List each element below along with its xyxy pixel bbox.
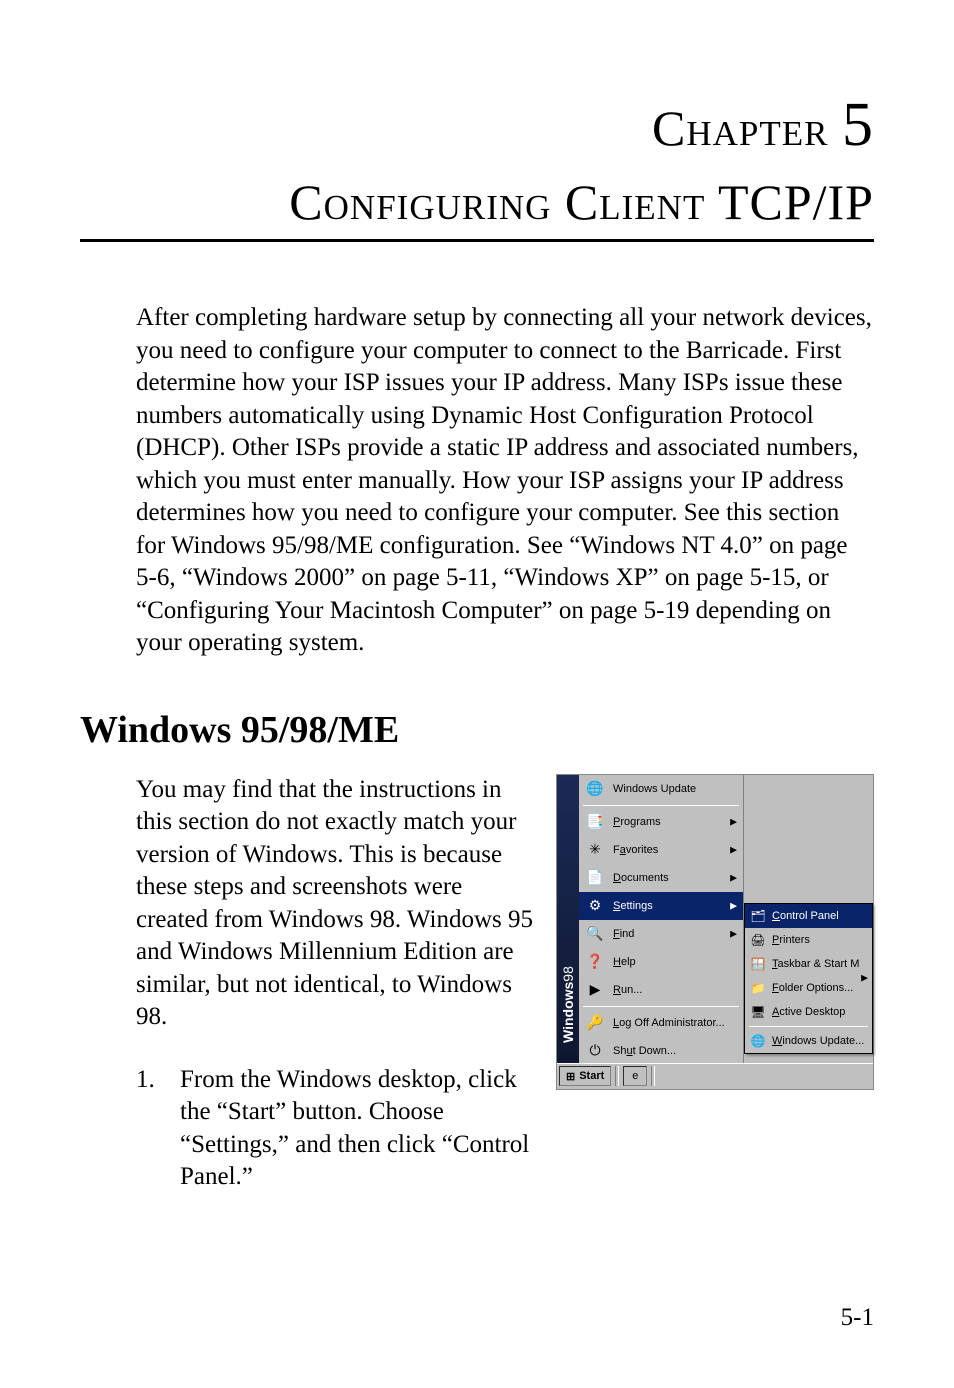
chevron-right-icon: ▶ [730,872,737,883]
menu-label: Favorites [613,844,658,856]
submenu-item-folder-options[interactable]: 📁 Folder Options... [745,976,872,1000]
chapter-label: Chapter 5 [80,90,874,161]
submenu-item-printers[interactable]: 🖨 Printers [745,928,872,952]
list-text: From the Windows desktop, click the “Sta… [180,1064,536,1194]
taskbar-separator [615,1066,619,1086]
menu-item-programs[interactable]: 📑 Programs ▶ [579,808,743,836]
submenu-label: Printers [772,934,810,946]
favorites-icon: ✳ [585,840,605,860]
submenu-item-active-desktop[interactable]: 🖥 Active Desktop ▶ [745,1000,872,1024]
submenu-item-taskbar[interactable]: 🪟 Taskbar & Start M [745,952,872,976]
menu-label: Documents [613,872,669,884]
find-icon: 🔍 [585,924,605,944]
brand-text: Windows [560,981,576,1042]
menu-label: Find [613,928,634,940]
settings-icon: ⚙ [585,896,605,916]
globe-icon: 🌐 [585,779,605,799]
sidebar-brand: Windows98 [560,966,576,1043]
menu-item-find[interactable]: 🔍 Find ▶ [579,920,743,948]
submenu-item-windows-update[interactable]: 🌐 Windows Update... [745,1029,872,1053]
chevron-right-icon: ▶ [730,844,737,855]
control-panel-icon: 🗂 [750,908,766,924]
list-marker: 1. [136,1064,156,1194]
menu-divider [583,1006,739,1007]
submenu-label: Folder Options... [772,982,853,994]
section-heading: Windows 95/98/ME [80,708,874,752]
quick-launch-item[interactable]: e [623,1066,647,1086]
chapter-number: 5 [842,91,874,159]
windows-logo-icon: ⊞ [566,1070,575,1083]
chevron-right-icon: ▶ [730,816,737,827]
brand-suffix: 98 [560,966,576,982]
submenu-divider [749,1026,868,1027]
submenu-label: Taskbar & Start M [772,958,859,970]
chevron-right-icon: ▶ [861,973,868,984]
menu-label: Run... [613,984,642,996]
submenu-label: Active Desktop [772,1006,845,1018]
menu-item-favorites[interactable]: ✳ Favorites ▶ [579,836,743,864]
documents-icon: 📄 [585,868,605,888]
chapter-title: Configuring Client TCP/IP [80,173,874,235]
intro-paragraph: After completing hardware setup by conne… [136,302,874,660]
menu-item-settings[interactable]: ⚙ Settings ▶ [579,892,743,920]
active-desktop-icon: 🖥 [750,1004,766,1020]
body-paragraph: You may find that the instructions in th… [136,774,536,1034]
menu-item-documents[interactable]: 📄 Documents ▶ [579,864,743,892]
menu-label: Windows Update [613,783,696,795]
menu-label: Help [613,956,636,968]
start-menu-sidebar: Windows98 [557,775,579,1063]
title-rule [80,239,874,242]
menu-item-help[interactable]: ❓ Help [579,948,743,976]
start-menu: 🌐 Windows Update 📑 Programs ▶ ✳ Favorite… [579,775,744,1063]
menu-item-windows-update[interactable]: 🌐 Windows Update [579,775,743,803]
menu-item-logoff[interactable]: 🔑 Log Off Administrator... [579,1009,743,1037]
list-item: 1. From the Windows desktop, click the “… [136,1064,536,1194]
settings-submenu: 🗂 Control Panel 🖨 Printers 🪟 Taskbar & S… [744,903,873,1054]
menu-item-shutdown[interactable]: ⏻ Shut Down... [579,1037,743,1065]
chapter-prefix: Chapter [652,100,828,156]
run-icon: ▶ [585,980,605,1000]
menu-divider [583,805,739,806]
menu-label: Programs [613,816,661,828]
page-number: 5-1 [841,1304,874,1332]
submenu-label: Windows Update... [772,1035,864,1047]
folder-options-icon: 📁 [750,980,766,996]
menu-label: Shut Down... [613,1045,676,1057]
programs-icon: 📑 [585,812,605,832]
logoff-icon: 🔑 [585,1013,605,1033]
menu-label: Log Off Administrator... [613,1017,725,1029]
menu-label: Settings [613,900,653,912]
help-icon: ❓ [585,952,605,972]
shutdown-icon: ⏻ [585,1041,605,1061]
submenu-item-control-panel[interactable]: 🗂 Control Panel [745,904,872,928]
chevron-right-icon: ▶ [730,900,737,911]
submenu-label: Control Panel [772,910,839,922]
taskbar-icon: 🪟 [750,956,766,972]
start-menu-screenshot: Windows98 🌐 Windows Update 📑 Programs ▶ … [556,774,874,1090]
menu-item-run[interactable]: ▶ Run... [579,976,743,1004]
chevron-right-icon: ▶ [730,928,737,939]
start-label: Start [579,1070,604,1082]
windows-update-icon: 🌐 [750,1033,766,1049]
printers-icon: 🖨 [750,932,766,948]
taskbar: ⊞ Start e [557,1063,873,1089]
taskbar-separator [651,1066,655,1086]
ie-icon: e [632,1070,638,1082]
start-button[interactable]: ⊞ Start [559,1066,611,1086]
